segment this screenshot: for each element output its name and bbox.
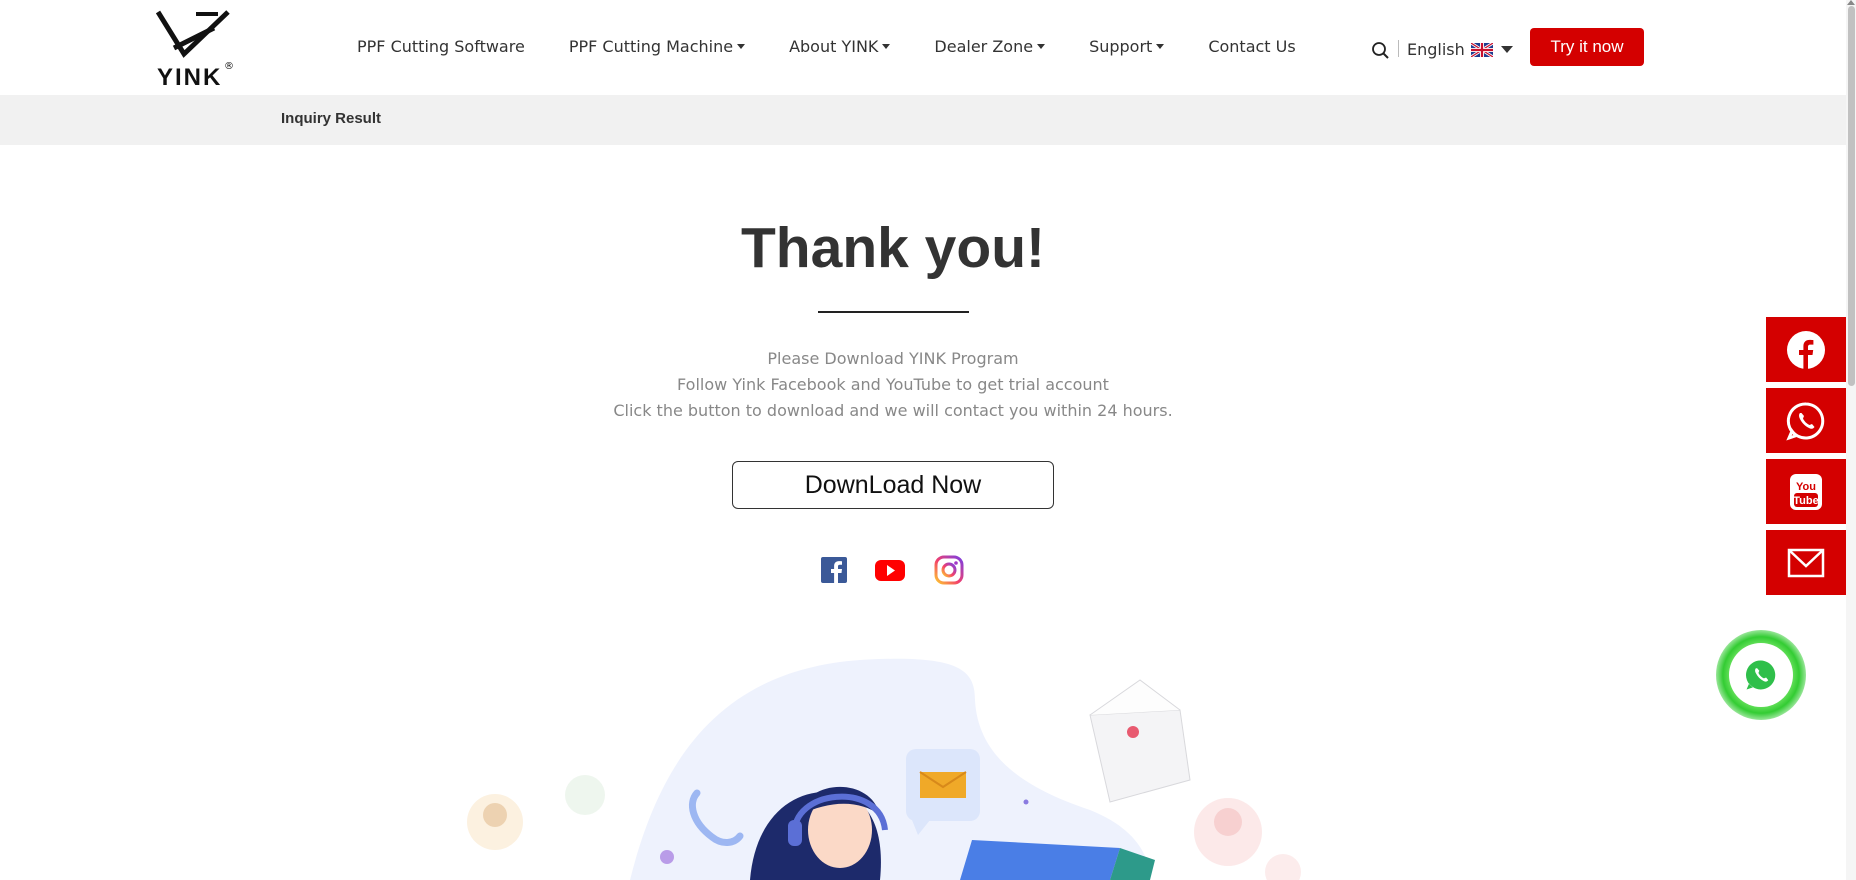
nav-about-yink[interactable]: About YINK xyxy=(789,37,891,56)
nav-label: PPF Cutting Software xyxy=(357,37,525,56)
svg-text:Tube: Tube xyxy=(1793,495,1818,507)
nav-ppf-cutting-software[interactable]: PPF Cutting Software xyxy=(357,37,525,56)
nav-label: Contact Us xyxy=(1208,37,1296,56)
logo-text: YINK xyxy=(157,64,223,91)
facebook-icon[interactable] xyxy=(819,555,849,585)
youtube-icon[interactable] xyxy=(874,555,906,585)
nav-ppf-cutting-machine[interactable]: PPF Cutting Machine xyxy=(568,37,746,56)
page-title: Thank you! xyxy=(740,216,1045,280)
message-line: Please Download YINK Program xyxy=(767,349,1019,368)
nav-label: About YINK xyxy=(789,37,879,56)
caret-down-icon xyxy=(1156,44,1165,49)
breadcrumb: Inquiry Result xyxy=(0,95,1846,145)
scroll-up-arrow[interactable] xyxy=(1847,0,1855,5)
svg-text:You: You xyxy=(1796,481,1816,493)
site-header: YINK ® PPF Cutting Software PPF Cutting … xyxy=(0,0,1856,95)
scrollbar-thumb[interactable] xyxy=(1848,6,1855,386)
nav-label: Support xyxy=(1089,37,1153,56)
sidebar-email[interactable] xyxy=(1766,530,1846,595)
mail-icon xyxy=(1787,548,1825,577)
registered-mark: ® xyxy=(224,61,234,72)
message-line: Follow Yink Facebook and YouTube to get … xyxy=(677,375,1109,394)
breadcrumb-current: Inquiry Result xyxy=(281,110,382,127)
caret-down-icon xyxy=(737,44,746,49)
sidebar-facebook[interactable] xyxy=(1766,317,1846,382)
nav-support[interactable]: Support xyxy=(1089,37,1165,56)
main-nav: PPF Cutting Software PPF Cutting Machine… xyxy=(357,37,1340,56)
title-underline xyxy=(818,311,969,313)
instagram-icon[interactable] xyxy=(934,555,964,585)
youtube-icon: You Tube xyxy=(1790,473,1822,510)
try-it-now-button[interactable]: Try it now xyxy=(1530,28,1644,66)
customer-support-illustration xyxy=(467,658,1301,880)
nav-label: PPF Cutting Machine xyxy=(568,37,734,56)
nav-label: Dealer Zone xyxy=(934,37,1034,56)
nav-dealer-zone[interactable]: Dealer Zone xyxy=(934,37,1046,56)
download-now-button[interactable]: DownLoad Now xyxy=(732,461,1054,509)
nav-contact-us[interactable]: Contact Us xyxy=(1208,37,1295,56)
message-line: Click the button to download and we will… xyxy=(613,401,1173,420)
header-divider xyxy=(1398,40,1399,57)
caret-down-icon xyxy=(882,44,891,49)
sidebar-youtube[interactable]: You Tube xyxy=(1766,459,1846,524)
language-selector[interactable]: English xyxy=(1407,40,1513,59)
facebook-icon xyxy=(1787,330,1825,369)
sidebar-whatsapp[interactable] xyxy=(1766,388,1846,453)
search-icon[interactable] xyxy=(1371,41,1389,59)
language-label: English xyxy=(1407,40,1465,59)
uk-flag-icon xyxy=(1470,42,1493,57)
whatsapp-icon xyxy=(1786,401,1825,440)
caret-down-icon xyxy=(1037,44,1046,49)
chevron-down-icon xyxy=(1500,46,1513,53)
